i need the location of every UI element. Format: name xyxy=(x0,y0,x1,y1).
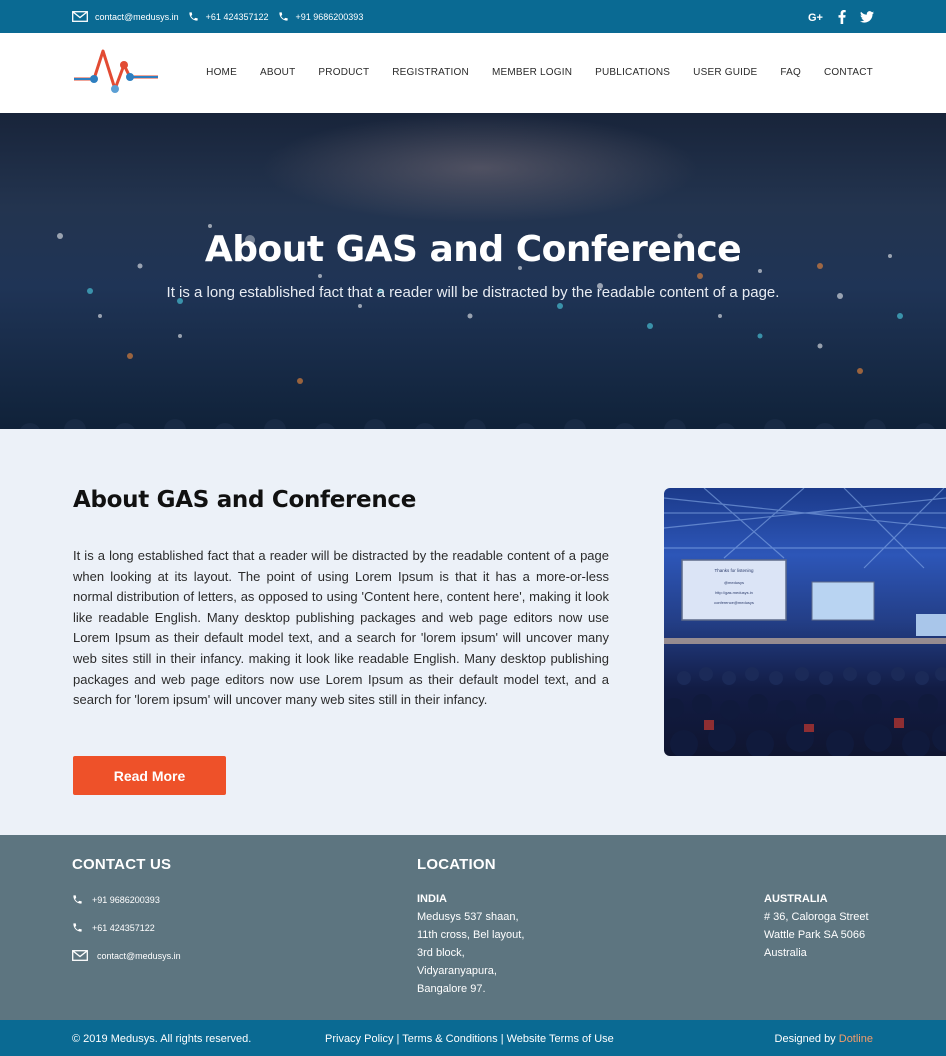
nav-publications[interactable]: PUBLICATIONS xyxy=(595,67,670,78)
nav-registration[interactable]: REGISTRATION xyxy=(392,67,469,78)
top-phone-au-text: +61 424357122 xyxy=(205,11,269,22)
screen-line-1: Thanks for listening xyxy=(714,568,754,573)
twitter-icon[interactable] xyxy=(860,10,874,23)
screen-line-3: http://gas.medusys.in xyxy=(715,590,753,595)
australia-title: AUSTRALIA xyxy=(764,893,828,905)
copyright-text: © 2019 Medusys. All rights reserved. xyxy=(72,1033,252,1045)
nav-faq[interactable]: FAQ xyxy=(780,67,801,78)
india-line: 11th cross, Bel layout, xyxy=(417,929,525,941)
hero-crowd-image xyxy=(20,224,935,429)
top-phone-in-text: +91 9686200393 xyxy=(295,11,364,22)
india-line: Vidyaranyapura, xyxy=(417,965,497,977)
hero-subtitle: It is a long established fact that a rea… xyxy=(166,284,780,301)
envelope-icon xyxy=(72,950,88,961)
screen-line-2: @medusys xyxy=(724,580,744,585)
nav-member-login[interactable]: MEMBER LOGIN xyxy=(492,67,572,78)
top-email-link[interactable]: contact@medusys.in xyxy=(72,11,179,22)
social-links: G+ xyxy=(794,0,874,33)
phone-icon xyxy=(73,895,82,904)
phone-icon xyxy=(73,923,82,932)
india-line: 3rd block, xyxy=(417,947,465,959)
footer-location-title: LOCATION xyxy=(417,856,496,873)
site-footer: CONTACT US +91 9686200393 +61 424357122 … xyxy=(0,835,946,1020)
legal-links: Privacy Policy | Terms & Conditions | We… xyxy=(325,1033,614,1045)
svg-text:G+: G+ xyxy=(808,12,823,22)
website-terms-link[interactable]: Website Terms of Use xyxy=(507,1033,614,1045)
footer-email-text: contact@medusys.in xyxy=(97,950,181,961)
india-line: Medusys 537 shaan, xyxy=(417,911,519,923)
nav-home[interactable]: HOME xyxy=(206,67,237,78)
designed-by-label: Designed by xyxy=(774,1033,836,1045)
about-body-text: It is a long established fact that a rea… xyxy=(73,548,609,708)
footer-india-address: INDIA Medusys 537 shaan, 11th cross, Bel… xyxy=(417,890,524,998)
site-header: HOME ABOUT PRODUCT REGISTRATION MEMBER L… xyxy=(0,33,946,113)
top-phone-in-link[interactable]: +91 9686200393 xyxy=(278,11,364,22)
screen-line-4: conference@medusys xyxy=(714,600,754,605)
nav-product[interactable]: PRODUCT xyxy=(318,67,369,78)
envelope-icon xyxy=(72,11,88,22)
about-title: About GAS and Conference xyxy=(73,487,417,513)
top-email-text: contact@medusys.in xyxy=(95,11,179,22)
footer-phone-in-text: +91 9686200393 xyxy=(92,894,160,905)
australia-line: Wattle Park SA 5066 xyxy=(764,929,866,941)
footer-australia-address: AUSTRALIA # 36, Caloroga Street Wattle P… xyxy=(764,890,869,962)
footer-phone-in[interactable]: +91 9686200393 xyxy=(72,894,160,905)
footer-phone-au[interactable]: +61 424357122 xyxy=(72,922,155,933)
google-plus-icon[interactable]: G+ xyxy=(808,11,824,22)
bottom-bar: © 2019 Medusys. All rights reserved. Pri… xyxy=(0,1020,946,1056)
top-phone-au-link[interactable]: +61 424357122 xyxy=(188,11,269,22)
top-contact-bar: contact@medusys.in +61 424357122 +91 968… xyxy=(0,0,946,33)
main-nav: HOME ABOUT PRODUCT REGISTRATION MEMBER L… xyxy=(183,33,873,112)
nav-user-guide[interactable]: USER GUIDE xyxy=(693,67,757,78)
medusys-logo[interactable] xyxy=(72,43,162,106)
hero-title: About GAS and Conference xyxy=(204,229,742,270)
india-title: INDIA xyxy=(417,893,447,905)
footer-email[interactable]: contact@medusys.in xyxy=(72,950,181,961)
designed-by: Designed by Dotline xyxy=(775,1033,873,1045)
australia-line: # 36, Caloroga Street xyxy=(764,911,869,923)
footer-phone-au-text: +61 424357122 xyxy=(92,922,155,933)
about-section: About GAS and Conference It is a long es… xyxy=(0,429,946,835)
footer-contact-title: CONTACT US xyxy=(72,856,172,873)
read-more-button[interactable]: Read More xyxy=(73,756,226,795)
facebook-icon[interactable] xyxy=(838,9,846,24)
nav-about[interactable]: ABOUT xyxy=(260,67,295,78)
phone-icon xyxy=(189,12,198,21)
hero-banner: About GAS and Conference It is a long es… xyxy=(0,113,946,429)
conference-photo: Thanks for listening @medusys http://gas… xyxy=(664,488,946,756)
privacy-policy-link[interactable]: Privacy Policy xyxy=(325,1033,393,1045)
terms-link[interactable]: Terms & Conditions xyxy=(402,1033,497,1045)
top-contact-info: contact@medusys.in +61 424357122 +91 968… xyxy=(72,0,372,33)
phone-icon xyxy=(278,12,288,21)
designer-link[interactable]: Dotline xyxy=(839,1033,873,1045)
india-line: Bangalore 97. xyxy=(417,983,486,995)
nav-contact[interactable]: CONTACT xyxy=(824,67,873,78)
australia-line: Australia xyxy=(764,947,807,959)
